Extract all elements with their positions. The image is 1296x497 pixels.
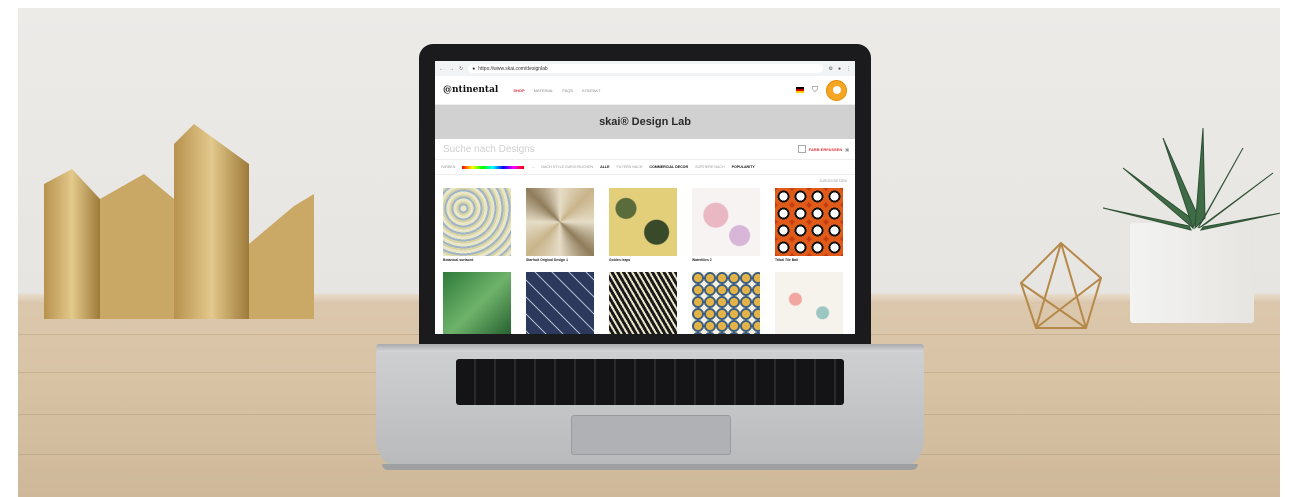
color-spectrum-picker[interactable]: [462, 165, 525, 169]
color-capture-label: FARB ERFASSEN: [808, 146, 843, 152]
design-card[interactable]: Starfruit Original Design 1: [526, 188, 596, 268]
keyboard: [456, 359, 844, 405]
search-bar: FARB ERFASSEN ▣: [435, 139, 855, 159]
laptop-screen: ← → ↻ ● https://www.skai.com/designlab ⚙…: [435, 61, 855, 334]
design-name: Tribal Tile Bali: [775, 258, 798, 262]
design-thumbnail[interactable]: [692, 188, 760, 256]
nav-shop[interactable]: SHOP: [513, 88, 524, 93]
filter-style-select[interactable]: ALLE: [600, 165, 609, 169]
design-thumbnail[interactable]: [775, 272, 843, 334]
reset-link[interactable]: ZURÜCKSETZEN: [435, 175, 855, 183]
nav-material[interactable]: MATERIAL: [534, 88, 554, 93]
filter-bar: FARBEN ⌄ NACH STYLE DURCHSUCHEN ALLE FIL…: [435, 159, 855, 175]
brass-vases: [44, 124, 314, 319]
design-card[interactable]: [775, 272, 845, 334]
german-flag-icon[interactable]: [796, 87, 804, 93]
design-thumbnail[interactable]: [692, 272, 760, 334]
design-card[interactable]: [609, 272, 679, 334]
profile-icon[interactable]: ●: [838, 66, 841, 72]
design-card[interactable]: Botanical surfaced: [443, 188, 513, 268]
page-banner: skai® Design Lab: [435, 105, 855, 139]
chevron-down-icon[interactable]: ⌄: [531, 165, 534, 169]
design-grid: Botanical surfaced Starfruit Original De…: [435, 183, 855, 334]
design-card[interactable]: Golden leaps: [609, 188, 679, 268]
laptop-base: [376, 344, 924, 470]
nav-faqs[interactable]: FAQS: [562, 88, 573, 93]
filter-colors-label: FARBEN: [441, 165, 456, 169]
filter-by-select[interactable]: COMMERCIAL DECOR: [649, 165, 688, 169]
camera-icon: ▣: [845, 146, 849, 152]
avatar-icon[interactable]: [826, 79, 847, 101]
nav-kontakt[interactable]: KONTAKT: [582, 88, 601, 93]
design-name: Waterlilies 2: [692, 258, 712, 262]
filter-by-label: FILTERN NACH: [616, 165, 643, 169]
checkbox-icon: [797, 145, 806, 153]
site-logo[interactable]: @ntinental: [443, 85, 498, 95]
menu-icon[interactable]: ⋮: [846, 66, 851, 72]
design-name: Botanical surfaced: [443, 258, 474, 262]
design-thumbnail[interactable]: [443, 272, 511, 334]
touchpad: [571, 415, 731, 455]
color-capture-toggle[interactable]: FARB ERFASSEN ▣: [797, 145, 849, 153]
laptop-lid: ← → ↻ ● https://www.skai.com/designlab ⚙…: [419, 44, 871, 350]
desk-scene: ← → ↻ ● https://www.skai.com/designlab ⚙…: [18, 8, 1280, 497]
search-input[interactable]: [441, 142, 645, 156]
lock-icon: ●: [472, 65, 476, 72]
design-card[interactable]: [526, 272, 596, 334]
design-thumbnail[interactable]: [775, 188, 843, 256]
succulent-plant: [1103, 128, 1280, 231]
design-thumbnail[interactable]: [609, 188, 677, 256]
url-text: https://www.skai.com/designlab: [478, 65, 548, 72]
sort-by-select[interactable]: POPULARITY: [732, 165, 755, 169]
planter: [1130, 223, 1254, 323]
browser-toolbar: ← → ↻ ● https://www.skai.com/designlab ⚙…: [435, 61, 855, 76]
design-card[interactable]: Waterlilies 2: [692, 188, 762, 268]
page-title: skai® Design Lab: [599, 116, 691, 128]
design-thumbnail[interactable]: [443, 188, 511, 256]
cart-icon[interactable]: ⛉: [812, 85, 818, 95]
site-header: @ntinental SHOP MATERIAL FAQS KONTAKT ⛉: [435, 76, 855, 105]
design-thumbnail[interactable]: [526, 272, 594, 334]
design-card[interactable]: [443, 272, 513, 334]
forward-arrow-icon[interactable]: →: [449, 66, 454, 72]
sort-by-label: SORTIERE NACH: [695, 165, 725, 169]
extension-icon[interactable]: ⚙: [828, 66, 832, 72]
address-bar[interactable]: ● https://www.skai.com/designlab: [468, 64, 824, 73]
filter-style-label: NACH STYLE DURCHSUCHEN: [541, 165, 594, 169]
design-name: Golden leaps: [609, 258, 631, 262]
back-arrow-icon[interactable]: ←: [439, 66, 444, 72]
design-card[interactable]: [692, 272, 762, 334]
design-name: Starfruit Original Design 1: [526, 258, 569, 262]
design-thumbnail[interactable]: [526, 188, 594, 256]
laptop-hinge: [376, 344, 924, 352]
geometric-ornament: [1019, 241, 1103, 329]
design-card[interactable]: Tribal Tile Bali: [775, 188, 845, 268]
design-thumbnail[interactable]: [609, 272, 677, 334]
reload-icon[interactable]: ↻: [459, 66, 463, 72]
